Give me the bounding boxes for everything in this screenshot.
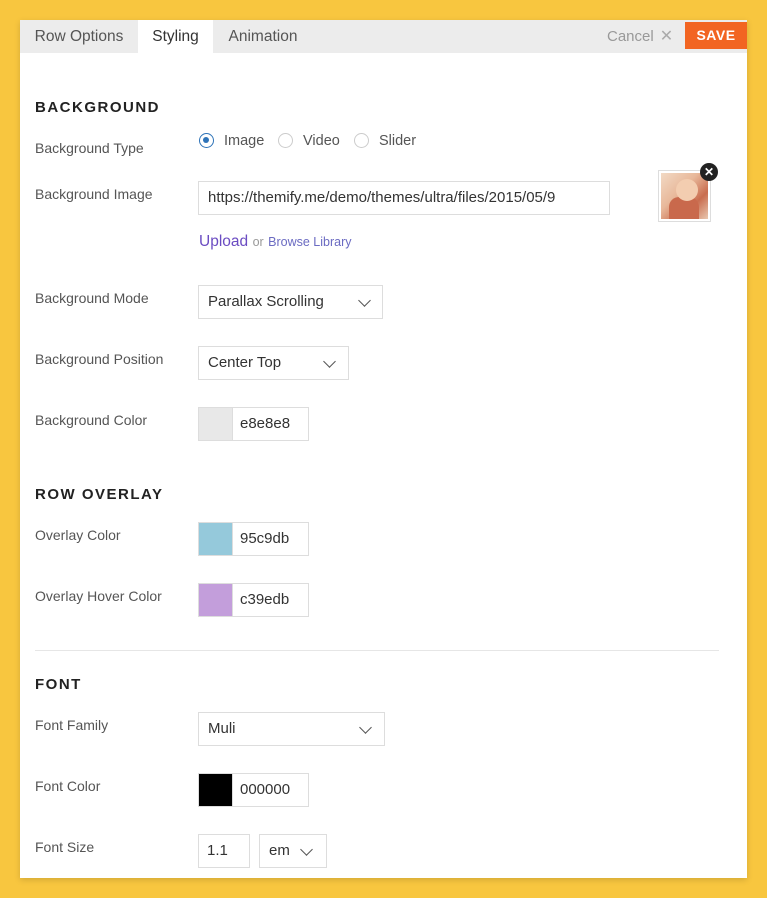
background-mode-label: Background Mode [35, 290, 149, 306]
radio-image[interactable] [199, 133, 214, 148]
background-position-value: Center Top [208, 354, 282, 371]
browse-library-link[interactable]: Browse Library [268, 235, 351, 249]
tab-animation[interactable]: Animation [213, 20, 313, 53]
radio-slider[interactable] [354, 133, 369, 148]
font-color-label: Font Color [35, 778, 101, 794]
section-title-background: BACKGROUND [35, 99, 160, 116]
overlay-color-input[interactable]: 95c9db [232, 522, 309, 556]
font-size-unit-select[interactable]: em [259, 834, 327, 868]
background-mode-value: Parallax Scrolling [208, 293, 324, 310]
cancel-label: Cancel [607, 28, 654, 45]
overlay-hover-color-label: Overlay Hover Color [35, 588, 162, 604]
background-position-label: Background Position [35, 351, 164, 367]
background-type-label: Background Type [35, 140, 144, 156]
radio-video-label: Video [303, 133, 340, 149]
overlay-hover-color-swatch[interactable] [198, 583, 232, 617]
background-color-swatch[interactable] [198, 407, 232, 441]
section-divider [35, 650, 719, 651]
radio-image-label: Image [224, 133, 265, 149]
upload-link[interactable]: Upload [199, 233, 248, 250]
chevron-down-icon [358, 294, 371, 307]
or-text: or [252, 235, 264, 249]
tab-bar: Row Options Styling Animation Cancel ✕ SA… [20, 20, 747, 53]
tab-styling[interactable]: Styling [138, 20, 213, 53]
font-color-swatch[interactable] [198, 773, 232, 807]
chevron-down-icon [300, 843, 313, 856]
chevron-down-icon [323, 355, 336, 368]
row-styling-panel: Row Options Styling Animation Cancel ✕ SA… [20, 20, 747, 878]
background-image-url-input[interactable]: https://themify.me/demo/themes/ultra/fil… [198, 181, 610, 215]
remove-image-icon[interactable]: ✕ [700, 163, 718, 181]
save-button[interactable]: SAVE [685, 22, 747, 49]
font-family-value: Muli [208, 720, 236, 737]
upload-row: Upload or Browse Library [199, 233, 352, 251]
overlay-color-swatch[interactable] [198, 522, 232, 556]
tab-row-options[interactable]: Row Options [20, 20, 138, 53]
radio-video[interactable] [278, 133, 293, 148]
background-color-label: Background Color [35, 412, 148, 428]
close-icon: ✕ [659, 28, 674, 45]
font-family-select[interactable]: Muli [198, 712, 385, 746]
overlay-color-label: Overlay Color [35, 527, 121, 543]
background-mode-select[interactable]: Parallax Scrolling [198, 285, 383, 319]
radio-slider-label: Slider [379, 133, 417, 149]
background-color-input[interactable]: e8e8e8 [232, 407, 309, 441]
thumbnail-image [661, 173, 708, 219]
section-title-font: FONT [35, 676, 82, 693]
font-family-label: Font Family [35, 717, 109, 733]
chevron-down-icon [359, 721, 372, 734]
cancel-button[interactable]: Cancel ✕ [607, 20, 673, 53]
font-size-label: Font Size [35, 839, 95, 855]
font-size-input[interactable]: 1.1 [198, 834, 250, 868]
background-image-label: Background Image [35, 186, 153, 202]
section-title-row-overlay: ROW OVERLAY [35, 486, 164, 503]
font-color-input[interactable]: 000000 [232, 773, 309, 807]
background-position-select[interactable]: Center Top [198, 346, 349, 380]
font-size-unit-value: em [269, 842, 290, 859]
overlay-hover-color-input[interactable]: c39edb [232, 583, 309, 617]
